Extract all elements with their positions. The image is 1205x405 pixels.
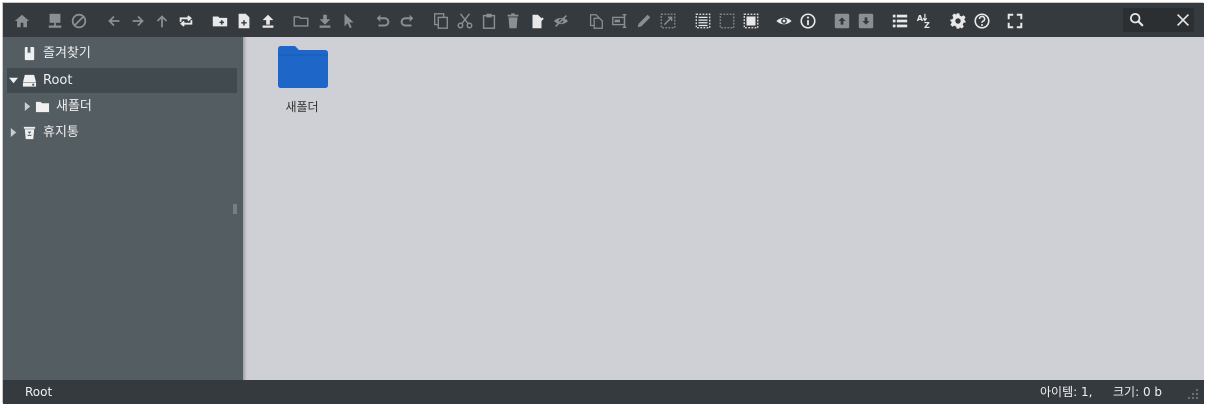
status-size: 크기: 0 b: [1113, 385, 1163, 399]
folder-icon: [35, 101, 50, 113]
view-icon[interactable]: [774, 11, 794, 31]
new-folder-icon[interactable]: [210, 11, 230, 31]
upload-icon[interactable]: [258, 11, 278, 31]
sidebar-item-new-folder[interactable]: 새폴더: [7, 94, 237, 119]
sidebar-resize-handle[interactable]: [232, 203, 238, 215]
back-icon[interactable]: [104, 11, 124, 31]
home-icon[interactable]: [12, 11, 32, 31]
search-box: [1123, 8, 1194, 32]
cancel-icon[interactable]: [69, 11, 89, 31]
resize-icon[interactable]: [658, 11, 678, 31]
sort-icon[interactable]: AZ: [914, 11, 934, 31]
cut-icon[interactable]: [455, 11, 475, 31]
extract-icon[interactable]: [832, 11, 852, 31]
sidebar-item-label: 휴지통: [43, 125, 79, 140]
sidebar-item-label: Root: [43, 73, 73, 88]
file-name: 새폴더: [285, 100, 319, 114]
search-input[interactable]: [1147, 11, 1169, 29]
forward-icon[interactable]: [128, 11, 148, 31]
rename-icon[interactable]: [610, 11, 630, 31]
status-item-count: 아이템: 1,: [1040, 385, 1093, 399]
sidebar-item-label: 새폴더: [56, 99, 92, 114]
download-icon[interactable]: [315, 11, 335, 31]
file-item-folder[interactable]: 새폴더: [271, 43, 333, 119]
folder-icon: [278, 46, 328, 88]
clear-search-icon[interactable]: [1174, 11, 1192, 29]
new-file-icon[interactable]: [234, 11, 254, 31]
sidebar-tree: 즐겨찾기 Root 새폴더 휴지통: [3, 37, 243, 380]
svg-text:Z: Z: [924, 20, 930, 30]
edit-icon[interactable]: [634, 11, 654, 31]
hide-icon[interactable]: [551, 11, 571, 31]
select-none-icon[interactable]: [717, 11, 737, 31]
info-icon[interactable]: [798, 11, 818, 31]
paste-icon[interactable]: [479, 11, 499, 31]
fullscreen-icon[interactable]: [1005, 11, 1025, 31]
drive-icon: [22, 74, 37, 87]
status-path: Root: [25, 385, 53, 399]
archive-icon[interactable]: [856, 11, 876, 31]
delete-icon[interactable]: [503, 11, 523, 31]
up-icon[interactable]: [152, 11, 172, 31]
undo-icon[interactable]: [373, 11, 393, 31]
sidebar-item-bookmarks[interactable]: 즐겨찾기: [7, 41, 237, 66]
bookmark-icon: [24, 46, 35, 61]
sidebar-item-root[interactable]: Root: [7, 68, 237, 93]
search-icon[interactable]: [1128, 11, 1146, 29]
status-bar: Root 아이템: 1, 크기: 0 b: [3, 380, 1204, 404]
duplicate-icon[interactable]: [586, 11, 606, 31]
toolbar: AZ: [3, 3, 1204, 37]
caret-right-icon[interactable]: [23, 102, 32, 111]
help-icon[interactable]: [972, 11, 992, 31]
sidebar-item-trash[interactable]: 휴지통: [7, 120, 237, 145]
caret-right-icon[interactable]: [9, 128, 18, 137]
caret-down-icon[interactable]: [9, 76, 18, 85]
sidebar-item-label: 즐겨찾기: [43, 46, 91, 61]
svg-text:A: A: [917, 13, 924, 23]
trash-icon: [23, 126, 36, 140]
invert-selection-icon[interactable]: [741, 11, 761, 31]
redo-icon[interactable]: [397, 11, 417, 31]
file-list-area[interactable]: 새폴더: [243, 37, 1204, 380]
copy-icon[interactable]: [431, 11, 451, 31]
file-manager-window: AZ 즐겨찾기 Root 새폴더 휴지통 새폴더 Root 아이템: 1, 크기…: [2, 2, 1204, 404]
computer-icon[interactable]: [45, 11, 65, 31]
empty-icon[interactable]: [527, 11, 547, 31]
open-folder-icon[interactable]: [291, 11, 311, 31]
list-view-icon[interactable]: [890, 11, 910, 31]
select-all-icon[interactable]: [693, 11, 713, 31]
select-cursor-icon[interactable]: [339, 11, 359, 31]
reload-icon[interactable]: [176, 11, 196, 31]
sidebar-shadow: [243, 37, 247, 380]
resize-grip-icon[interactable]: [1187, 388, 1199, 400]
preferences-icon[interactable]: [948, 11, 968, 31]
